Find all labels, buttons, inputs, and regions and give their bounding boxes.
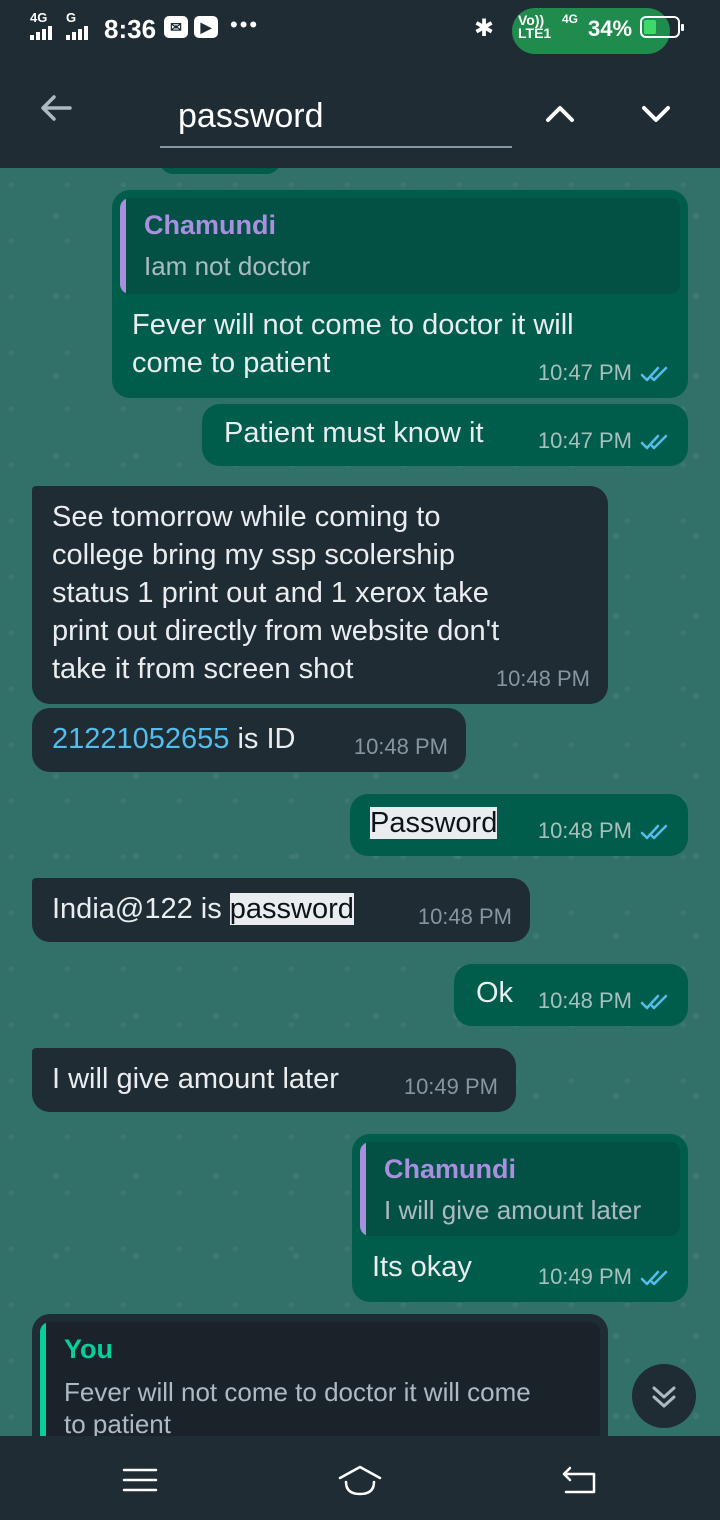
message-line: print out directly from website don't: [52, 615, 500, 647]
message-text: Ok: [476, 977, 514, 1009]
back-arrow-icon[interactable]: [36, 88, 76, 128]
return-icon: [562, 1466, 596, 1494]
search-input[interactable]: [176, 90, 500, 142]
message-meta: 10:47 PM: [538, 428, 670, 454]
message-bubble-outgoing[interactable]: Chamundi Iam not doctor Fever will not c…: [112, 190, 688, 398]
quote-line: to patient: [64, 1409, 171, 1436]
message-meta: 10:48 PM: [538, 988, 670, 1014]
search-highlight: password: [229, 893, 354, 925]
quote-author: Chamundi: [144, 210, 276, 240]
message-text: Patient must know it: [224, 417, 484, 449]
message-line: come to patient: [132, 347, 331, 379]
youtube-icon: ▶: [194, 16, 218, 38]
message-text: Password: [370, 804, 498, 842]
message-time: 10:49 PM: [537, 1264, 632, 1289]
recent-apps-button[interactable]: [122, 1468, 158, 1492]
clock: 8:36: [104, 14, 157, 44]
message-line: See tomorrow while coming to: [52, 501, 441, 533]
network-signal-2: G: [66, 10, 94, 40]
quote-bar: [40, 1322, 46, 1436]
home-button[interactable]: [336, 1464, 384, 1498]
message-text-prefix: India@122 is: [52, 893, 230, 925]
battery-percent: 34%: [588, 16, 633, 41]
status-bar: 4G G 8:36 ✉ ▶ ••• ✱ Vo)) LTE1 4G 34%: [0, 0, 720, 58]
double-chevron-down-icon: [652, 1386, 676, 1408]
message-line: college bring my ssp scolership: [52, 539, 455, 571]
search-toolbar: [0, 58, 720, 168]
message-line: take it from screen shot: [52, 653, 354, 685]
search-field: [160, 86, 512, 148]
next-result-icon[interactable]: [636, 94, 676, 134]
message-text-suffix: is ID: [229, 723, 296, 755]
message-line: status 1 print out and 1 xerox take: [52, 577, 489, 609]
message-time: 10:47 PM: [537, 428, 632, 453]
previous-result-icon[interactable]: [540, 94, 580, 134]
message-bubble-incoming[interactable]: 21221052655 is ID 10:48 PM: [32, 708, 466, 772]
network-type-label: 4G: [30, 10, 48, 25]
quoted-message[interactable]: Chamundi Iam not doctor: [120, 198, 680, 294]
message-time: 10:49 PM: [403, 1074, 498, 1099]
message-time: 10:48 PM: [537, 818, 632, 843]
signal-bars-icon: [30, 26, 52, 40]
quote-text: Iam not doctor: [144, 251, 311, 281]
chat-area[interactable]: Chamundi Iam not doctor Fever will not c…: [0, 168, 720, 1436]
quoted-message[interactable]: Chamundi I will give amount later: [360, 1142, 680, 1236]
double-check-icon: [640, 434, 668, 450]
system-navigation-bar: [0, 1436, 720, 1520]
mail-icon: ✉: [164, 16, 188, 38]
menu-icon: [122, 1468, 158, 1492]
message-line: Fever will not come to doctor it will: [132, 309, 574, 341]
message-bubble-outgoing[interactable]: Ok 10:48 PM: [454, 964, 688, 1026]
double-check-icon: [640, 1270, 668, 1286]
quote-author: You: [64, 1334, 113, 1364]
scroll-to-bottom-button[interactable]: [632, 1364, 696, 1428]
message-bubble-outgoing[interactable]: Patient must know it 10:47 PM: [202, 404, 688, 466]
message-text: I will give amount later: [52, 1063, 339, 1095]
message-bubble-incoming[interactable]: You Fever will not come to doctor it wil…: [32, 1314, 608, 1436]
id-link[interactable]: 21221052655: [52, 723, 229, 755]
message-meta: 10:49 PM: [538, 1264, 670, 1290]
bluetooth-icon: ✱: [474, 15, 495, 42]
message-time: 10:48 PM: [353, 734, 448, 759]
message-text: Fever will not come to doctor it will co…: [132, 306, 574, 382]
message-bubble-incoming[interactable]: I will give amount later 10:49 PM: [32, 1048, 516, 1112]
network-type-right: 4G: [562, 12, 579, 26]
message-bubble-incoming[interactable]: India@122 is password 10:48 PM: [32, 878, 530, 942]
network-type-label-2: G: [66, 10, 77, 25]
quote-bar: [360, 1142, 366, 1236]
quote-text: I will give amount later: [384, 1195, 642, 1225]
double-check-icon: [640, 824, 668, 840]
quote-author: Chamundi: [384, 1154, 516, 1184]
partial-message: [160, 168, 280, 174]
battery-level: [644, 20, 657, 34]
message-time: 10:48 PM: [537, 988, 632, 1013]
quote-bar: [120, 198, 126, 294]
double-check-icon: [640, 994, 668, 1010]
quoted-message[interactable]: You Fever will not come to doctor it wil…: [40, 1322, 600, 1436]
quote-text: Fever will not come to doctor it will co…: [64, 1376, 531, 1436]
message-text: See tomorrow while coming to college bri…: [52, 498, 499, 688]
message-bubble-outgoing[interactable]: Chamundi I will give amount later Its ok…: [352, 1134, 688, 1302]
home-icon: [338, 1465, 382, 1496]
quote-line: Fever will not come to doctor it will co…: [64, 1377, 531, 1407]
message-bubble-incoming[interactable]: See tomorrow while coming to college bri…: [32, 486, 608, 704]
network-signal: 4G: [30, 10, 58, 40]
double-check-icon: [640, 366, 668, 382]
signal-bars-2-icon: [66, 26, 88, 40]
message-time: 10:48 PM: [495, 666, 590, 691]
search-highlight: Password: [370, 807, 498, 839]
message-meta: 10:47 PM: [538, 360, 670, 386]
volte-indicator: Vo)) LTE1: [518, 13, 552, 41]
more-notifications-icon: •••: [230, 12, 260, 37]
message-time: 10:47 PM: [537, 360, 632, 385]
message-text: 21221052655 is ID: [52, 720, 295, 758]
system-back-button[interactable]: [560, 1464, 598, 1498]
message-text: Its okay: [372, 1251, 472, 1283]
message-time: 10:48 PM: [417, 904, 512, 929]
message-meta: 10:48 PM: [538, 818, 670, 844]
message-text: India@122 is password: [52, 890, 354, 928]
battery-icon: [640, 16, 684, 38]
message-bubble-outgoing[interactable]: Password 10:48 PM: [350, 794, 688, 856]
lte-label: LTE1: [518, 25, 552, 41]
